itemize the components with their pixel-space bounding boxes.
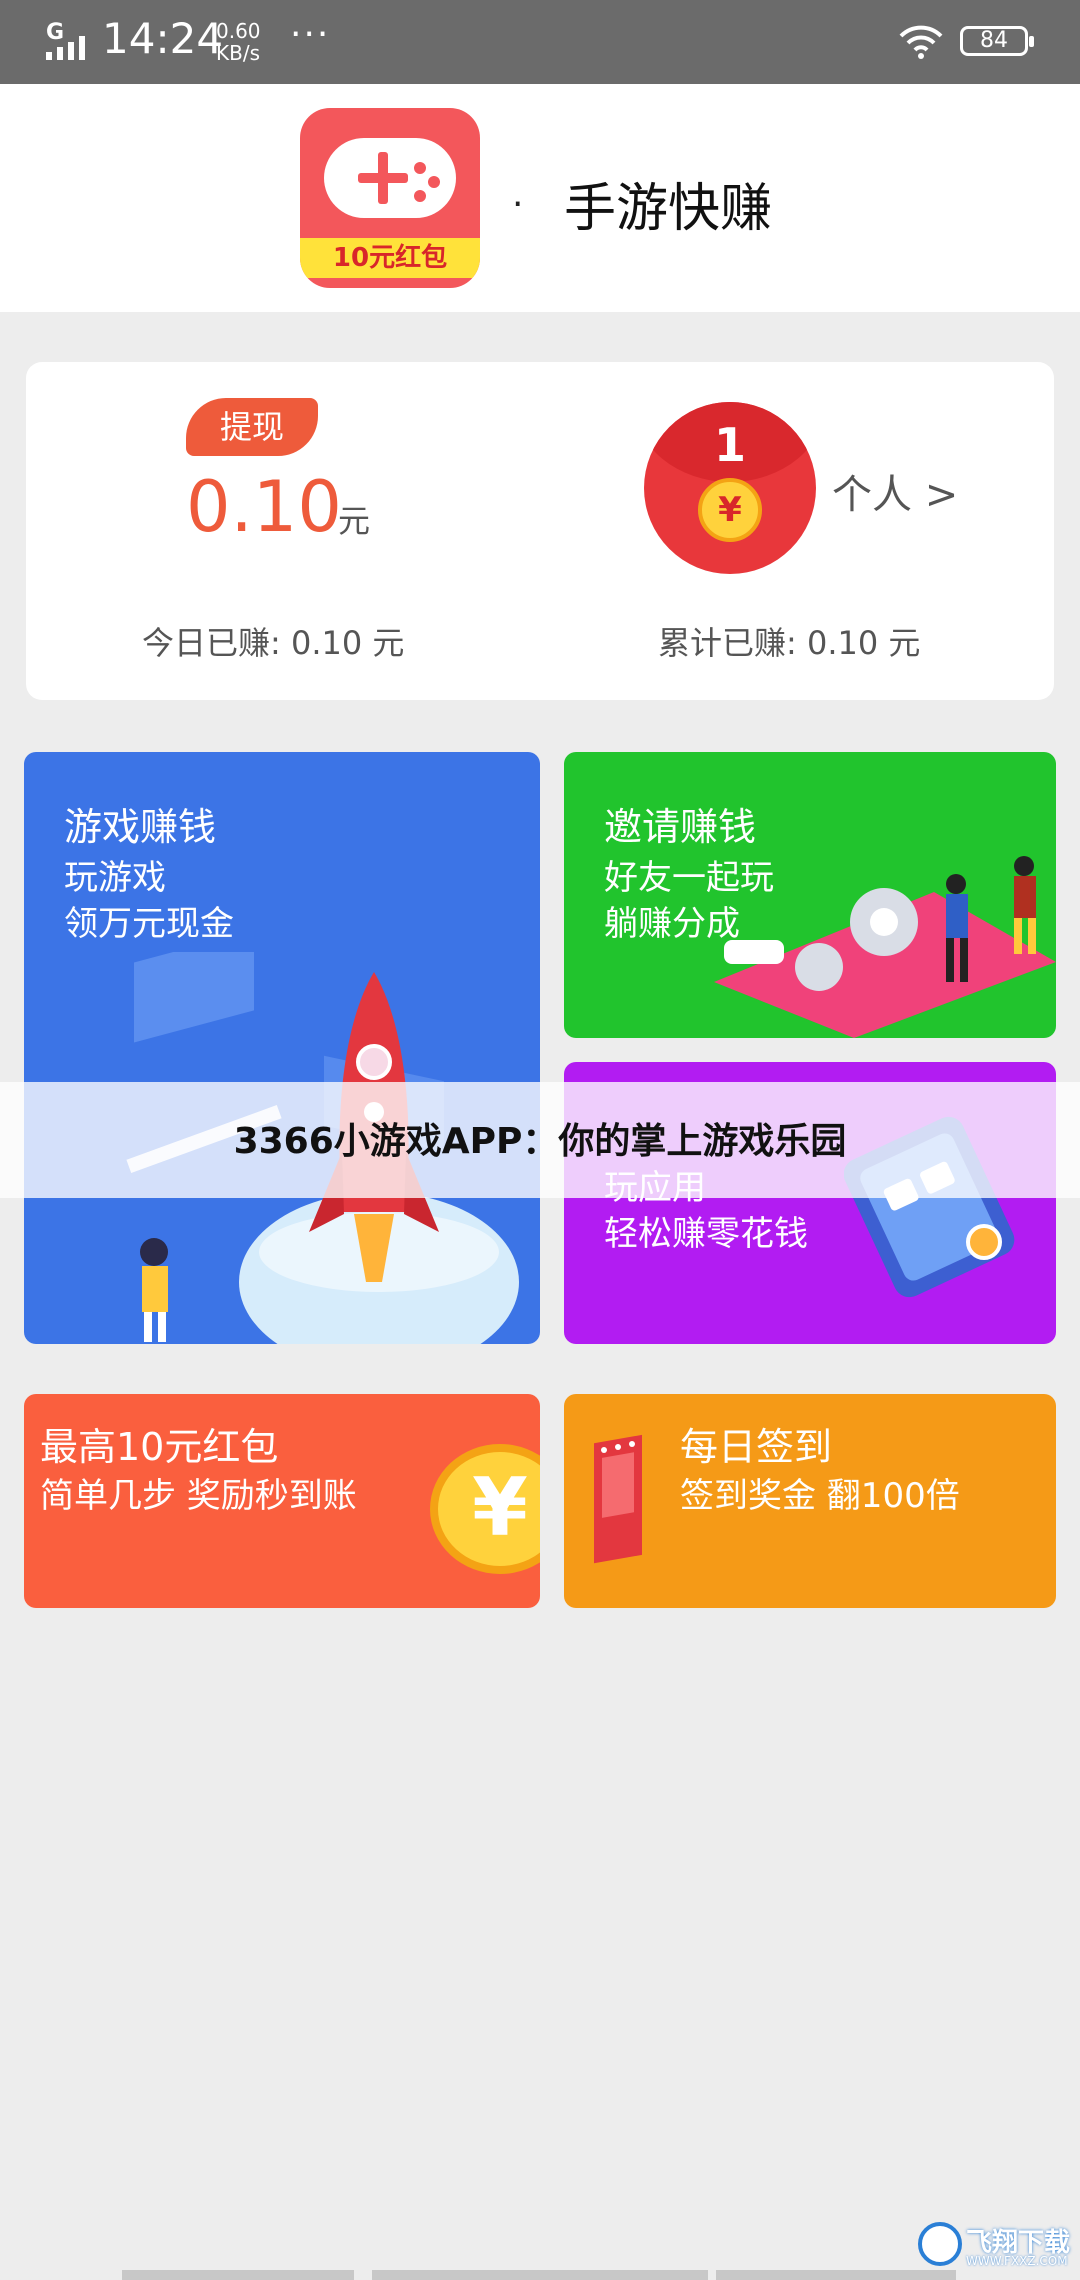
daily-signin-tile[interactable]: 每日签到 签到奖金 翻100倍 bbox=[564, 1394, 1056, 1608]
app-logo-icon: 10元红包 bbox=[300, 108, 480, 288]
tile-title: 每日签到 bbox=[680, 1425, 833, 1469]
speed-value: 0.60 bbox=[216, 19, 261, 43]
balance-amount: 0.10 bbox=[186, 466, 342, 548]
more-notifications-icon: ··· bbox=[290, 14, 331, 55]
tile-subtitle: 签到奖金 翻100倍 bbox=[680, 1476, 960, 1516]
game-earn-tile[interactable]: 游戏赚钱 玩游戏 领万元现金 bbox=[24, 752, 540, 1344]
tile-subtitle: 简单几步 奖励秒到账 bbox=[40, 1476, 357, 1516]
title-separator: · bbox=[512, 184, 524, 225]
app-icon-badge: 10元红包 bbox=[300, 238, 480, 278]
signal-icon: G bbox=[46, 20, 92, 60]
gamepad-icon bbox=[324, 138, 456, 218]
red-envelope-digit: 1 bbox=[713, 418, 746, 472]
watermark-logo-icon bbox=[918, 2222, 962, 2266]
coin-icon: ¥ bbox=[430, 1444, 540, 1574]
withdraw-button[interactable]: 提现 bbox=[186, 398, 318, 456]
speed-unit: KB/s bbox=[216, 41, 260, 65]
coin-icon: ¥ bbox=[698, 478, 762, 542]
tile-title: 游戏赚钱 bbox=[64, 805, 217, 849]
app-title: 手游快赚 bbox=[564, 179, 773, 239]
nav-indicator bbox=[122, 2270, 354, 2280]
balance-unit: 元 bbox=[338, 502, 371, 540]
tile-title: 最高10元红包 bbox=[40, 1425, 279, 1469]
tile-subtitle: 轻松赚零花钱 bbox=[604, 1214, 808, 1254]
clock: 14:24 bbox=[102, 14, 224, 63]
today-earned: 今日已赚: 0.10 元 bbox=[142, 624, 405, 662]
network-speed: 0.60 KB/s bbox=[216, 20, 261, 64]
watermark: 飞翔下载 WWW.FXXZ.COM bbox=[914, 2218, 1074, 2272]
tile-subtitle: 玩游戏 bbox=[64, 858, 166, 898]
app-header: 10元红包 · 手游快赚 bbox=[0, 84, 1080, 312]
total-earned: 累计已赚: 0.10 元 bbox=[658, 624, 921, 662]
calendar-icon bbox=[594, 1434, 642, 1564]
invite-earn-tile[interactable]: 邀请赚钱 好友一起玩 躺赚分成 bbox=[564, 752, 1056, 1038]
red-envelope-icon[interactable]: 1 ¥ bbox=[644, 402, 816, 574]
caption-text: 3366小游戏APP：你的掌上游戏乐园 bbox=[233, 1121, 847, 1162]
nav-indicator bbox=[372, 2270, 708, 2280]
status-bar: G 14:24 0.60 KB/s ··· 84 bbox=[0, 0, 1080, 84]
red-packet-tile[interactable]: 最高10元红包 简单几步 奖励秒到账 ¥ bbox=[24, 1394, 540, 1608]
battery-icon: 84 bbox=[960, 26, 1034, 56]
team-illustration bbox=[714, 856, 1056, 1038]
tile-subtitle: 领万元现金 bbox=[64, 904, 234, 944]
earnings-card: 提现 0.10 元 今日已赚: 0.10 元 1 ¥ 个人 > 累计已赚: 0.… bbox=[26, 362, 1054, 700]
watermark-url: WWW.FXXZ.COM bbox=[966, 2254, 1068, 2268]
wifi-icon bbox=[899, 25, 943, 59]
personal-center-link[interactable]: 个人 > bbox=[832, 462, 958, 520]
